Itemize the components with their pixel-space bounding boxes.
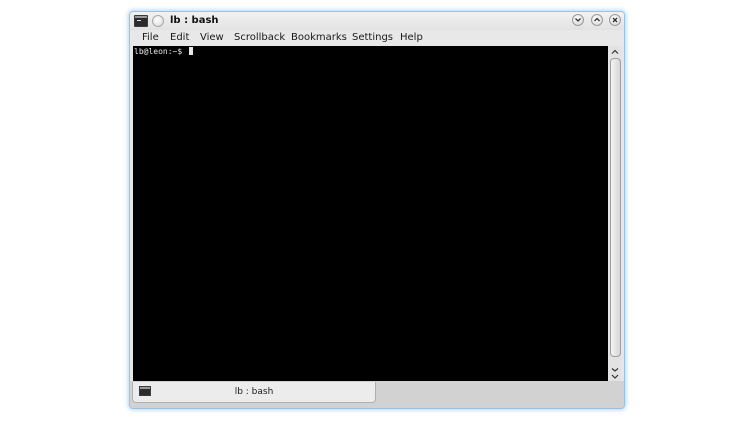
scroll-down-button[interactable]	[609, 367, 621, 381]
vertical-scrollbar[interactable]	[609, 46, 621, 381]
menu-view[interactable]: View	[200, 32, 224, 43]
terminal-icon[interactable]	[134, 15, 148, 27]
title-bar[interactable]: lb : bash	[130, 12, 624, 30]
chevron-down-icon	[611, 368, 619, 379]
shell-prompt: lb@leon:~$	[134, 47, 187, 56]
chevron-up-icon	[611, 49, 619, 54]
konsole-window: lb : bash File Edit View Scrollback Book…	[129, 11, 625, 409]
terminal-line: lb@leon:~$	[134, 47, 193, 56]
pin-icon[interactable]	[152, 15, 164, 27]
minimize-button[interactable]	[572, 14, 584, 26]
chevron-down-icon	[575, 18, 581, 22]
tab-bash[interactable]: lb : bash	[132, 382, 376, 403]
text-cursor	[188, 47, 193, 55]
maximize-button[interactable]	[591, 14, 603, 26]
tab-bar: lb : bash	[130, 381, 624, 408]
chevron-up-icon	[594, 17, 600, 22]
terminal-area[interactable]: lb@leon:~$	[133, 46, 608, 381]
scrollbar-thumb[interactable]	[610, 58, 621, 357]
menu-help[interactable]: Help	[400, 32, 423, 43]
menu-scrollback[interactable]: Scrollback	[234, 32, 285, 43]
scroll-up-button[interactable]	[609, 46, 621, 58]
menu-file[interactable]: File	[142, 32, 159, 43]
close-button[interactable]	[609, 14, 621, 26]
menu-bookmarks[interactable]: Bookmarks	[291, 32, 347, 43]
menu-settings[interactable]: Settings	[352, 32, 393, 43]
window-title: lb : bash	[170, 15, 219, 26]
tab-label: lb : bash	[234, 387, 274, 397]
close-icon	[612, 17, 618, 23]
menu-edit[interactable]: Edit	[170, 32, 189, 43]
menu-bar: File Edit View Scrollback Bookmarks Sett…	[130, 30, 624, 46]
